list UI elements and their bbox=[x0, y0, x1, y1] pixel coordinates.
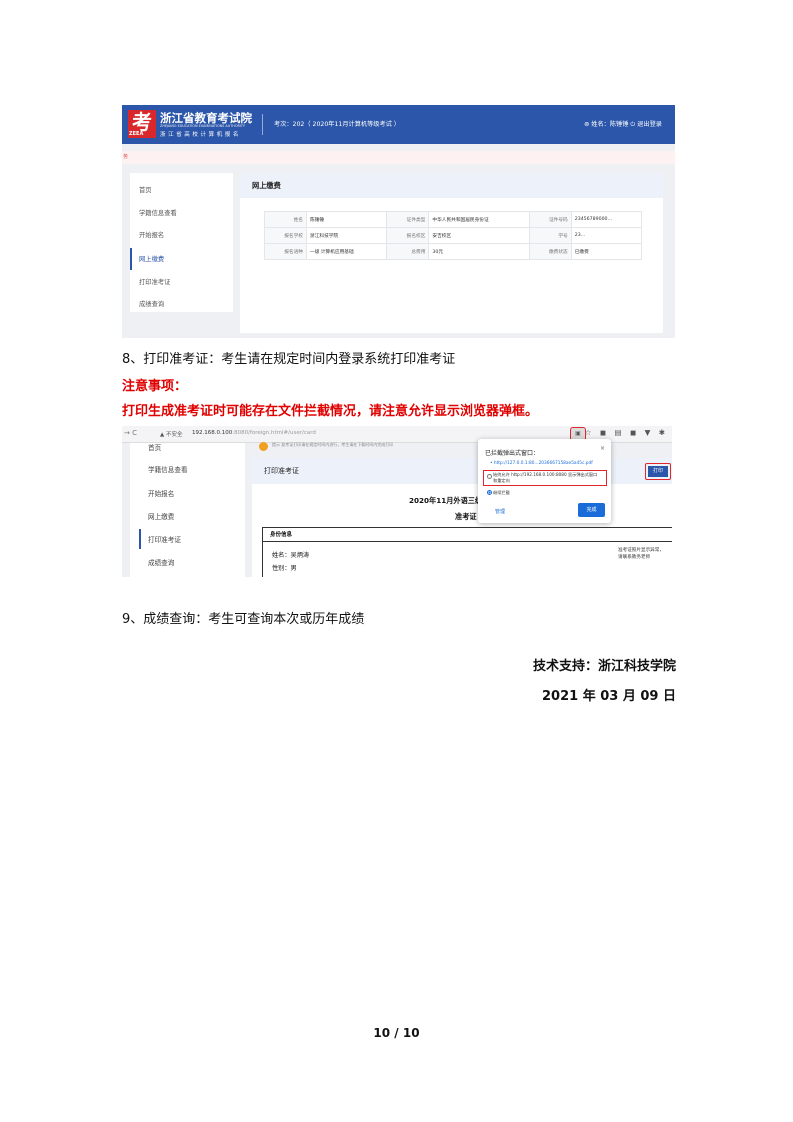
exam-session-info: 考次：202（ 2020年11月计算机等级考试 ） bbox=[274, 121, 400, 128]
table-row: 姓名 陈锤锤 证件类型 中华人民共和国居民身份证 证件号码 2345678900… bbox=[264, 211, 643, 228]
print-button[interactable]: 打印 bbox=[648, 466, 668, 477]
allow-option-label[interactable]: 始终允许 http://192.168.0.100:8080 显示弹出式窗口和重… bbox=[493, 472, 601, 484]
cell-label: 报名语种 bbox=[264, 243, 307, 260]
candidate-gender: 性别：男 bbox=[272, 565, 297, 572]
page-number: 10 / 10 bbox=[373, 1026, 420, 1040]
sidebar-item-print-card[interactable]: 打印准考证 bbox=[148, 534, 181, 544]
cell-label: 学号 bbox=[528, 227, 572, 244]
print-button-highlight: 打印 bbox=[645, 463, 671, 480]
nav-buttons[interactable]: → C bbox=[124, 429, 137, 437]
sidebar-menu: 首页 学籍信息查看 开始报名 网上缴费 打印准考证 成绩查询 bbox=[130, 440, 245, 577]
sidebar-item-payment[interactable]: 网上缴费 bbox=[139, 254, 164, 263]
cell-label: 报名校区 bbox=[386, 227, 430, 244]
sidebar-item-payment[interactable]: 网上缴费 bbox=[148, 511, 174, 521]
block-option-label[interactable]: 继续拦截 bbox=[493, 490, 510, 496]
close-icon[interactable]: × bbox=[600, 445, 605, 452]
card-subtitle: 准考证 bbox=[455, 512, 477, 521]
total-fee-value: 30元 bbox=[428, 243, 530, 260]
sidebar-item-register[interactable]: 开始报名 bbox=[148, 488, 174, 498]
cell-value: 23456789000... bbox=[570, 211, 643, 228]
warning-message: 提示 准考证打印请在规定时间内进行，考生请在下载时间内完成打印 bbox=[272, 442, 394, 447]
cell-label: 总费用 bbox=[386, 243, 430, 260]
sidebar-item-student-info[interactable]: 学籍信息查看 bbox=[139, 208, 177, 217]
step-8-text: 8、打印准考证：考生请在规定时间内登录系统打印准考证 bbox=[122, 352, 456, 367]
done-button[interactable]: 完成 bbox=[578, 503, 605, 517]
notice-body: 打印生成准考证时可能存在文件拦截情况，请注意允许显示浏览器弹框。 bbox=[122, 404, 539, 419]
exam-authority-logo: 考 ZEEA bbox=[128, 110, 156, 138]
sidebar-menu: 首页 学籍信息查看 开始报名 网上缴费 打印准考证 成绩查询 bbox=[130, 173, 233, 312]
block-radio[interactable] bbox=[487, 490, 492, 495]
screenshot-online-payment: 考 ZEEA 浙江省教育考试院 ZHEJIANG EDUCATION EXAMI… bbox=[122, 105, 675, 338]
sidebar-item-scores[interactable]: 成绩查询 bbox=[139, 299, 164, 308]
insecure-warning[interactable]: ▲ 不安全 bbox=[160, 430, 182, 438]
cell-value: 陈锤锤 bbox=[305, 211, 388, 228]
extension-icons[interactable]: ☆ ◼ ▤ ◼ ▼ ✱ bbox=[585, 428, 668, 437]
notice-title: 注意事项： bbox=[122, 379, 188, 394]
cell-label: 缴费状态 bbox=[528, 243, 572, 260]
sidebar-active-indicator bbox=[130, 248, 132, 270]
user-info-logout[interactable]: ⊚ 姓名：陈锤锤 ⏻ 退出登录 bbox=[584, 119, 662, 129]
sidebar-item-home[interactable]: 首页 bbox=[148, 442, 161, 452]
cell-label: 姓名 bbox=[264, 211, 307, 228]
identity-section: 身份信息 姓名：吴炳涛 性别：男 准考证照片显示异常，请联系教务老师 bbox=[262, 527, 672, 577]
sidebar-active-indicator bbox=[139, 529, 141, 549]
step-9-text: 9、成绩查询：考生可查询本次或历年成绩 bbox=[122, 612, 365, 627]
cell-value: 一级 计算机应用基础 bbox=[305, 243, 388, 260]
payment-info-table: 姓名 陈锤锤 证件类型 中华人民共和国居民身份证 证件号码 2345678900… bbox=[264, 211, 643, 260]
cell-label: 证件类型 bbox=[386, 211, 430, 228]
manage-link[interactable]: 管理 bbox=[495, 508, 505, 515]
sidebar-item-home[interactable]: 首页 bbox=[139, 185, 152, 194]
sidebar-item-print-card[interactable]: 打印准考证 bbox=[139, 277, 170, 286]
org-name-en: ZHEJIANG EDUCATION EXAMINATIONS AUTHORIT… bbox=[160, 124, 245, 128]
cell-label: 报名学校 bbox=[264, 227, 307, 244]
address-bar[interactable]: 192.168.0.100:8080/foreign.html#/user/ca… bbox=[192, 430, 316, 436]
warning-icon bbox=[259, 442, 268, 451]
sidebar-item-student-info[interactable]: 学籍信息查看 bbox=[148, 464, 188, 474]
table-row: 报名学校 浙江科技学院 报名校区 安吉校区 学号 23... bbox=[264, 227, 643, 244]
tech-support: 技术支持：浙江科技学院 bbox=[532, 659, 676, 674]
section-title: 身份信息 bbox=[263, 528, 672, 542]
site-header: 考 ZEEA 浙江省教育考试院 ZHEJIANG EDUCATION EXAMI… bbox=[122, 105, 675, 144]
card-title: 2020年11月外语三级 bbox=[409, 496, 483, 505]
dialog-title: 已拦截弹出式窗口： bbox=[485, 450, 540, 457]
candidate-name: 姓名：吴炳涛 bbox=[272, 552, 310, 559]
cell-value: 中华人民共和国居民身份证 bbox=[428, 211, 530, 228]
payment-status-value: 已缴费 bbox=[570, 243, 643, 260]
cell-value: 安吉校区 bbox=[428, 227, 530, 244]
photo-placeholder: 准考证照片显示异常，请联系教务老师 bbox=[618, 548, 664, 561]
cell-label: 证件号码 bbox=[528, 211, 572, 228]
allow-radio[interactable] bbox=[487, 474, 492, 479]
header-divider bbox=[262, 114, 263, 135]
system-name: 浙江省高校计算机报名 bbox=[160, 132, 242, 138]
document-date: 2021 年 03 月 09 日 bbox=[542, 689, 676, 704]
popup-blocked-dialog: 已拦截弹出式窗口： × • http://127.0.0.1:80...2036… bbox=[478, 439, 611, 523]
notice-bar: 务 bbox=[122, 151, 675, 164]
main-panel: 网上缴费 姓名 陈锤锤 证件类型 中华人民共和国居民身份证 证件号码 23456… bbox=[240, 173, 663, 333]
cell-value: 23... bbox=[570, 227, 643, 244]
sidebar-item-register[interactable]: 开始报名 bbox=[139, 230, 164, 239]
blocked-popup-link[interactable]: • http://127.0.0.1:80...2036667158ae5a45… bbox=[490, 461, 593, 466]
sidebar-item-scores[interactable]: 成绩查询 bbox=[148, 557, 174, 567]
page-title: 网上缴费 bbox=[240, 173, 663, 198]
screenshot-print-card: 首页 学籍信息查看 开始报名 网上缴费 打印准考证 成绩查询 → C ▲ 不安全… bbox=[122, 426, 672, 577]
table-row: 报名语种 一级 计算机应用基础 总费用 30元 缴费状态 已缴费 bbox=[264, 243, 643, 260]
cell-value: 浙江科技学院 bbox=[305, 227, 388, 244]
